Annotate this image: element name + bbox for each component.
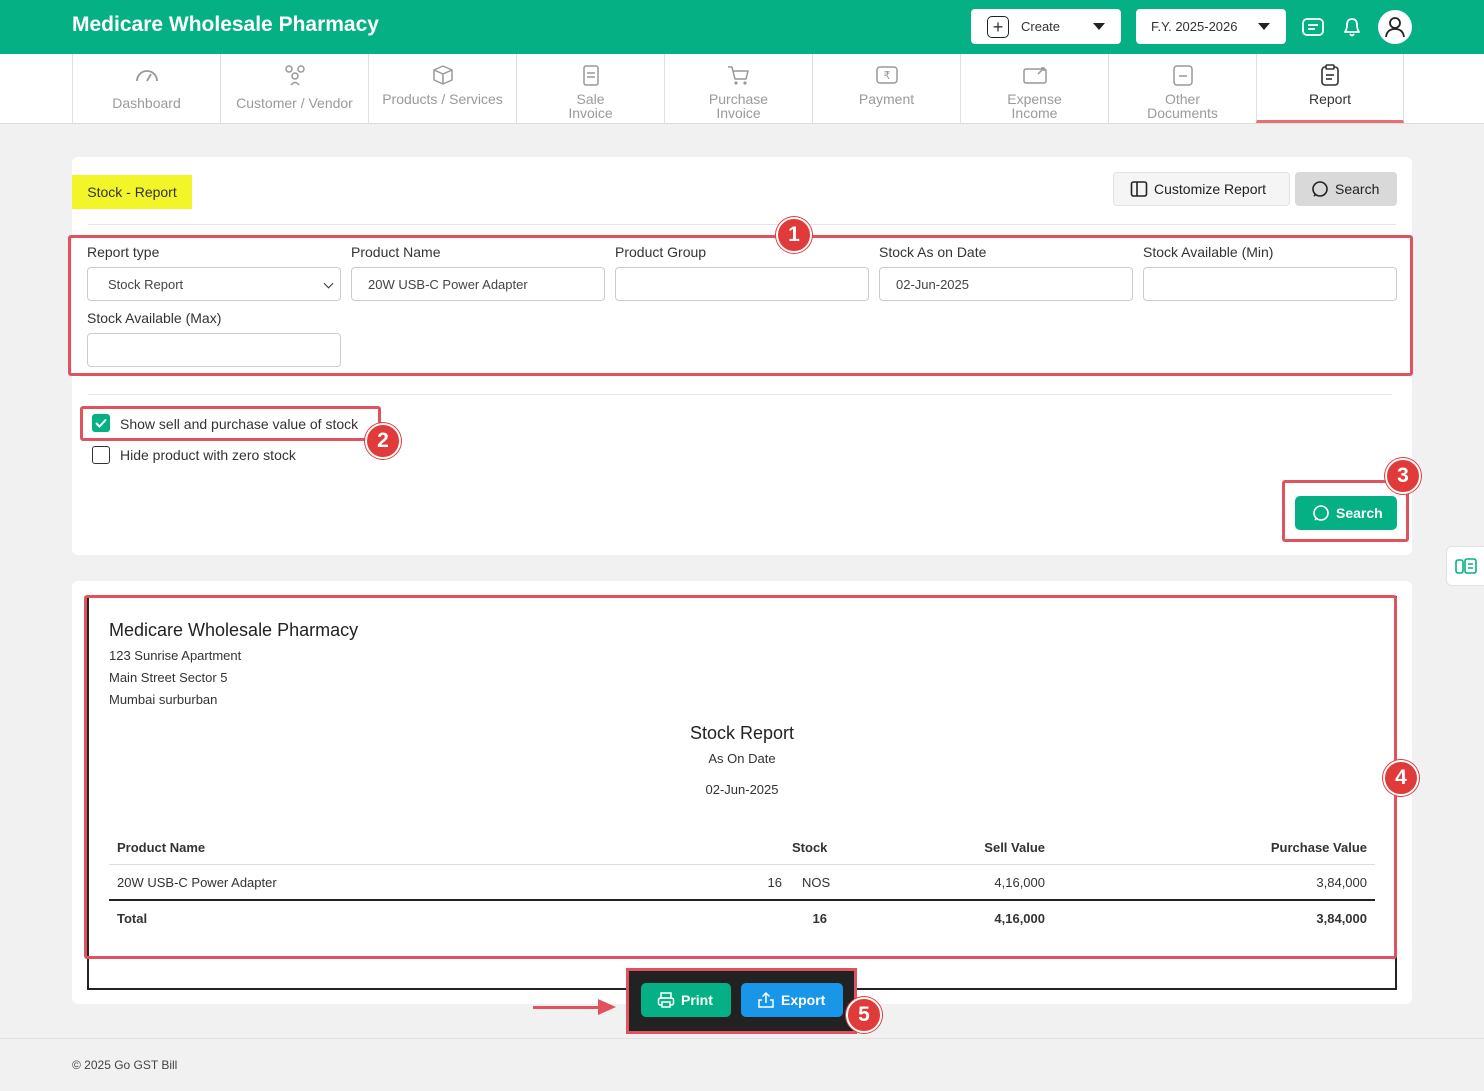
pointer-arrow-head — [598, 999, 616, 1015]
user-avatar[interactable] — [1378, 10, 1412, 44]
nav-report[interactable]: Report — [1256, 54, 1404, 123]
annotation-badge: 2 — [365, 423, 401, 459]
nav-label: Report — [1308, 91, 1352, 107]
search-icon — [1312, 181, 1328, 197]
nav-label: Payment — [858, 91, 915, 107]
annotation-badge: 4 — [1383, 760, 1419, 796]
nav-other-documents[interactable]: Other Documents — [1108, 54, 1256, 123]
financial-year-select[interactable]: F.Y. 2025-2026 — [1136, 9, 1286, 44]
nav-label: Dashboard — [112, 95, 181, 111]
clipboard-icon — [1321, 64, 1339, 86]
create-button[interactable]: + Create — [971, 9, 1121, 44]
hide-zero-checkbox[interactable] — [92, 446, 110, 464]
print-label: Print — [681, 992, 713, 1008]
customize-label: Customize Report — [1154, 181, 1267, 197]
bell-icon[interactable] — [1339, 14, 1365, 40]
wallet-icon — [1022, 67, 1047, 84]
svg-text:₹: ₹ — [883, 69, 890, 82]
fy-label: F.Y. 2025-2026 — [1151, 19, 1238, 34]
plus-icon: + — [987, 15, 1009, 38]
box-icon — [432, 65, 453, 85]
nav-label: Customer / Vendor — [236, 95, 353, 111]
nav-label: Sale — [576, 91, 605, 107]
people-icon — [284, 65, 305, 86]
print-button[interactable]: Print — [641, 983, 731, 1017]
document-icon — [1172, 65, 1193, 86]
annotation-badge: 1 — [776, 217, 812, 253]
copyright-text: © 2025 Go GST Bill — [72, 1058, 178, 1072]
invoice-icon — [582, 65, 599, 86]
nav-label: Products / Services — [382, 91, 503, 107]
report-list-icon — [1454, 558, 1477, 574]
caret-down-icon — [1093, 23, 1105, 30]
footer: © 2025 Go GST Bill — [0, 1038, 1484, 1091]
top-header: Medicare Wholesale Pharmacy + Create F.Y… — [0, 0, 1484, 54]
annotation-badge: 5 — [846, 997, 882, 1033]
customize-report-button[interactable]: Customize Report — [1113, 172, 1290, 206]
nav-payment[interactable]: ₹ Payment — [812, 54, 960, 123]
side-panel-tab[interactable] — [1446, 546, 1484, 586]
divider — [88, 394, 1392, 395]
annotation-box-checkbox — [80, 406, 381, 441]
nav-customer-vendor[interactable]: Customer / Vendor — [220, 54, 368, 123]
upload-icon — [758, 991, 774, 1008]
nav-label-line2: Income — [1011, 105, 1058, 121]
columns-icon — [1130, 181, 1148, 197]
nav-label: Other — [1164, 91, 1200, 107]
company-name: Medicare Wholesale Pharmacy — [72, 13, 379, 36]
annotation-box-filters — [68, 235, 1413, 376]
nav-label-line2: Invoice — [568, 105, 613, 121]
nav-label-line2: Invoice — [716, 105, 761, 121]
message-icon[interactable] — [1300, 14, 1326, 40]
nav-label: Expense — [1007, 91, 1062, 107]
export-button[interactable]: Export — [741, 983, 843, 1017]
nav-dashboard[interactable]: Dashboard — [72, 54, 220, 123]
speedometer-icon — [135, 70, 158, 82]
pointer-arrow — [533, 1006, 603, 1009]
page-title: Stock - Report — [72, 175, 192, 209]
annotation-badge: 3 — [1385, 458, 1421, 494]
cart-icon — [727, 66, 749, 85]
nav-purchase-invoice[interactable]: Purchase Invoice — [664, 54, 812, 123]
caret-down-icon — [1258, 23, 1270, 30]
nav-label-line2: Documents — [1147, 105, 1218, 121]
user-icon — [1385, 17, 1405, 38]
main-nav: Dashboard Customer / Vendor Products / S… — [0, 54, 1484, 124]
nav-sale-invoice[interactable]: Sale Invoice — [516, 54, 664, 123]
rupee-icon: ₹ — [875, 66, 898, 84]
create-label: Create — [1021, 19, 1061, 34]
divider — [88, 224, 1396, 225]
annotation-box-report — [84, 595, 1397, 959]
nav-products-services[interactable]: Products / Services — [368, 54, 516, 123]
search-toggle-label: Search — [1335, 181, 1380, 197]
printer-icon — [657, 992, 675, 1008]
export-label: Export — [781, 992, 826, 1008]
nav-expense-income[interactable]: Expense Income — [960, 54, 1108, 123]
nav-label: Purchase — [708, 91, 769, 107]
hide-zero-label: Hide product with zero stock — [120, 447, 296, 463]
search-toggle-button[interactable]: Search — [1295, 172, 1397, 206]
